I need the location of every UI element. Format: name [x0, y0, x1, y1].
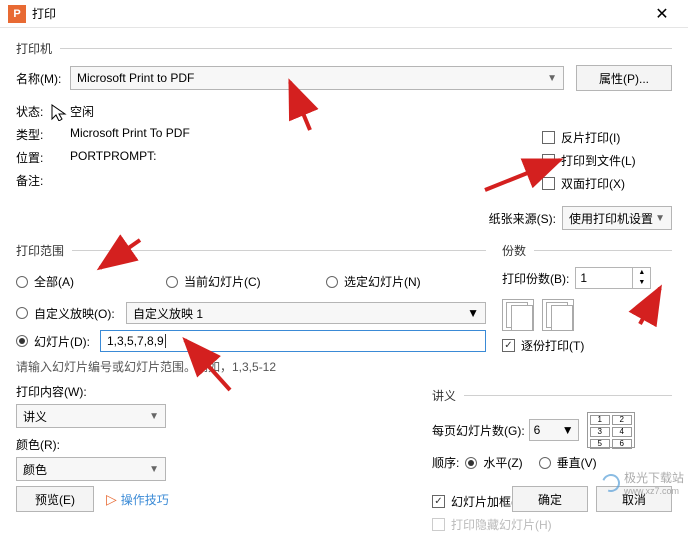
radio-custom[interactable] — [16, 307, 28, 319]
ok-button[interactable]: 确定 — [512, 486, 588, 512]
status-value: 空闲 — [70, 103, 94, 120]
handout-group-label: 讲义 — [432, 387, 456, 404]
close-button[interactable]: ✕ — [644, 4, 680, 24]
duplex-checkbox[interactable]: 双面打印(X) — [542, 175, 672, 192]
radio-current[interactable] — [166, 276, 178, 288]
comment-label: 备注: — [16, 172, 70, 189]
printer-group-label: 打印机 — [16, 40, 52, 57]
reverse-print-checkbox[interactable]: 反片打印(I) — [542, 129, 672, 146]
copies-count-label: 打印份数(B): — [502, 270, 569, 287]
dropdown-arrow-icon: ▼ — [547, 73, 557, 84]
dropdown-arrow-icon: ▼ — [149, 411, 159, 422]
dropdown-arrow-icon: ▼ — [467, 306, 479, 320]
handout-preview-icon: 12 34 56 — [587, 412, 635, 448]
window-title: 打印 — [32, 5, 644, 22]
watermark-logo-icon — [599, 471, 623, 495]
preview-button[interactable]: 预览(E) — [16, 486, 94, 512]
tips-link[interactable]: ▷操作技巧 — [106, 491, 169, 508]
collate-checkbox[interactable]: ✓逐份打印(T) — [502, 337, 672, 354]
printer-name-label: 名称(M): — [16, 70, 70, 87]
collate-icon — [502, 299, 534, 331]
app-logo: P — [8, 5, 26, 23]
type-value: Microsoft Print To PDF — [70, 126, 190, 143]
perpage-select[interactable]: 6▼ — [529, 419, 579, 441]
radio-vertical[interactable] — [539, 457, 551, 469]
slides-input[interactable]: 1,3,5,7,8,9 — [100, 330, 486, 352]
slides-hint: 请输入幻灯片编号或幻灯片范围。例如，1,3,5-12 — [16, 358, 486, 375]
perpage-label: 每页幻灯片数(G): — [432, 422, 525, 439]
copies-spinner[interactable]: ▲▼ — [575, 267, 651, 289]
dropdown-arrow-icon: ▼ — [149, 464, 159, 475]
where-value: PORTPROMPT: — [70, 149, 156, 166]
range-group-label: 打印范围 — [16, 242, 64, 259]
print-content-select[interactable]: 讲义▼ — [16, 404, 166, 428]
printer-name-value: Microsoft Print to PDF — [77, 71, 194, 85]
collate-icon — [542, 299, 574, 331]
paper-source-label: 纸张来源(S): — [489, 210, 556, 227]
radio-horizontal[interactable] — [465, 457, 477, 469]
status-label: 状态: — [16, 103, 70, 120]
play-icon: ▷ — [106, 491, 117, 508]
copies-input[interactable] — [576, 268, 632, 288]
radio-selected[interactable] — [326, 276, 338, 288]
dropdown-arrow-icon: ▼ — [655, 213, 665, 224]
printer-name-select[interactable]: Microsoft Print to PDF ▼ — [70, 66, 564, 90]
printer-properties-button[interactable]: 属性(P)... — [576, 65, 672, 91]
spinner-up-icon[interactable]: ▲ — [633, 268, 650, 278]
copies-group-label: 份数 — [502, 242, 526, 259]
spinner-down-icon[interactable]: ▼ — [633, 278, 650, 288]
printer-group: 打印机 名称(M): Microsoft Print to PDF ▼ 属性(P… — [16, 36, 672, 230]
print-to-file-checkbox[interactable]: 打印到文件(L) — [542, 152, 672, 169]
radio-slides[interactable] — [16, 335, 28, 347]
radio-all[interactable] — [16, 276, 28, 288]
watermark: 极光下载站 www.xz7.com — [602, 469, 684, 496]
print-content-label: 打印内容(W): — [16, 383, 416, 400]
custom-show-select[interactable]: 自定义放映 1▼ — [126, 302, 486, 324]
order-label: 顺序: — [432, 454, 459, 471]
paper-source-select[interactable]: 使用打印机设置▼ — [562, 206, 672, 230]
color-label: 颜色(R): — [16, 436, 416, 453]
dropdown-arrow-icon: ▼ — [562, 423, 574, 437]
where-label: 位置: — [16, 149, 70, 166]
type-label: 类型: — [16, 126, 70, 143]
